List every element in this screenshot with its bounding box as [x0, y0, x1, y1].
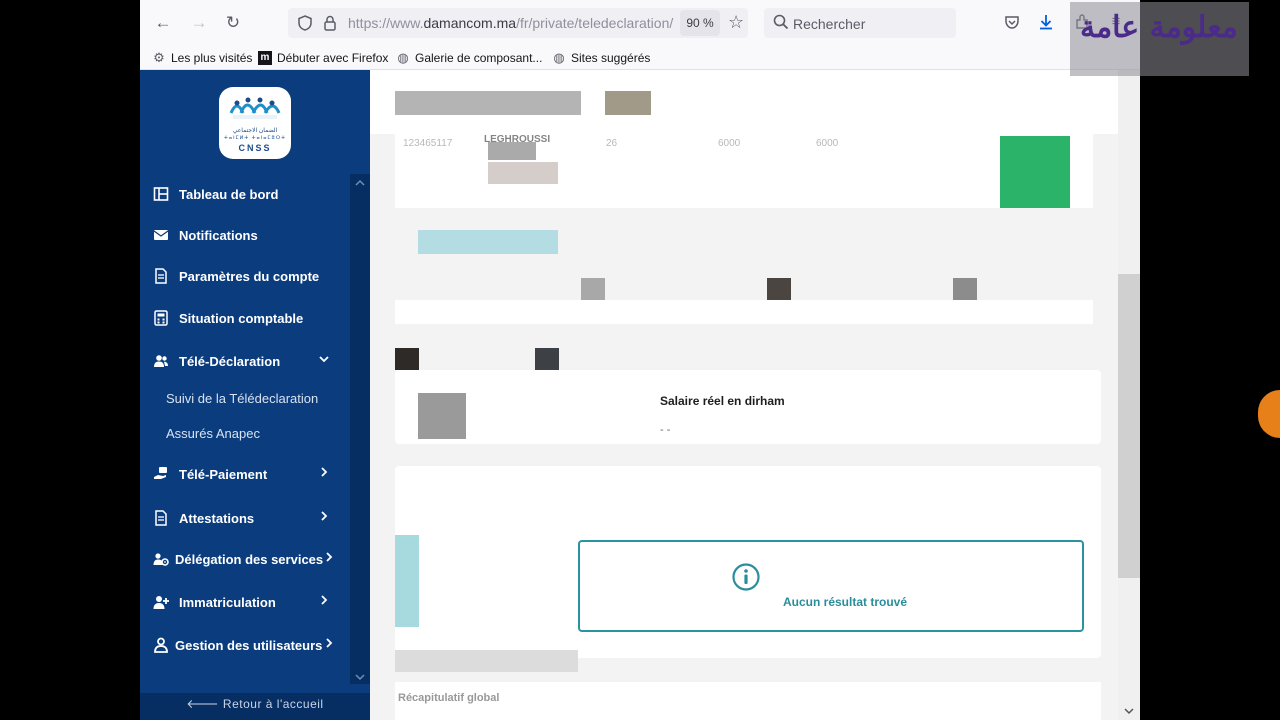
no-result-alert: Aucun résultat trouvé [578, 540, 1084, 632]
watermark-overlay: معلومة عامة [1070, 2, 1249, 76]
document-icon [153, 510, 169, 526]
watermark-logo-text: معلومة عامة [1080, 10, 1238, 45]
scroll-up-icon[interactable] [355, 178, 365, 188]
sidebar-item-user-management[interactable]: Gestion des utilisateurs [140, 630, 370, 660]
cnss-emblem-icon [229, 97, 281, 119]
dashboard-icon [153, 186, 169, 202]
reload-icon[interactable]: ↻ [222, 12, 244, 34]
forward-icon[interactable]: → [188, 12, 210, 34]
sidebar-item-dashboard[interactable]: Tableau de bord [140, 179, 350, 209]
browser-toolbar: ← → ↻ https://www.damancom.ma/fr/private… [140, 0, 1140, 46]
pixelated-block [535, 348, 559, 370]
pixelated-block [767, 278, 791, 300]
chevron-down-icon [319, 356, 329, 363]
zoom-level[interactable]: 90 % [680, 10, 720, 36]
sidebar: الضمان الاجتماعي ⵜⴰⵏⵎⵍⵜ ⵜⴰⵏⴰⵎⵓⵔⵜ CNSS Ta… [140, 70, 370, 720]
pixelated-block [395, 650, 578, 672]
summary-title: Récapitulatif global [398, 692, 500, 704]
pixelated-block [488, 142, 536, 160]
globe-icon: ◍ [397, 50, 409, 65]
mdn-icon: m [258, 51, 272, 65]
salary-label: Salaire réel en dirham [660, 394, 785, 408]
salary-value: - - [660, 424, 671, 436]
download-icon[interactable] [1036, 12, 1056, 32]
row-spacer [395, 300, 1093, 324]
lock-icon[interactable] [321, 14, 339, 32]
shield-icon[interactable] [296, 14, 314, 32]
subitem-suivi-teledeclaration[interactable]: Suivi de la Télédeclaration [166, 391, 318, 406]
sidebar-item-attestations[interactable]: Attestations [140, 503, 350, 533]
calculator-icon [153, 310, 169, 326]
scroll-down-icon[interactable] [355, 672, 365, 682]
sidebar-item-delegation[interactable]: Délégation des services [140, 544, 370, 574]
bookmark-component-gallery[interactable]: ◍ Galerie de composant... [396, 49, 542, 67]
pocket-icon[interactable] [1002, 12, 1022, 32]
chevron-right-icon [321, 511, 328, 521]
gear-icon: ⚙ [153, 50, 165, 65]
envelope-icon [153, 227, 169, 243]
browser-window: ← → ↻ https://www.damancom.ma/fr/private… [140, 0, 1140, 720]
scrollbar-thumb[interactable] [1118, 274, 1140, 578]
chevron-right-icon [326, 552, 333, 562]
main-content: 123465117 LEGHROUSSI 26 6000 6000 Salair… [370, 70, 1140, 720]
pixelated-block [418, 393, 466, 439]
sidebar-item-notifications[interactable]: Notifications [140, 220, 350, 250]
page-scrollbar[interactable] [1118, 70, 1140, 720]
bookmark-getting-started[interactable]: m Débuter avec Firefox [258, 49, 388, 67]
pixelated-block [581, 278, 605, 300]
sidebar-item-tele-declaration[interactable]: Télé-Déclaration [140, 346, 350, 376]
declaration-row[interactable]: 123465117 LEGHROUSSI 26 6000 6000 [395, 134, 1093, 208]
bookmark-most-visited[interactable]: ⚙ Les plus visités [152, 49, 252, 67]
back-icon[interactable]: ← [152, 12, 174, 34]
url-text[interactable]: https://www.damancom.ma/fr/private/teled… [348, 15, 673, 31]
user-plus-icon [153, 594, 169, 610]
bookmark-star-icon[interactable]: ☆ [728, 12, 744, 33]
search-icon [773, 14, 789, 30]
pixelated-block [395, 348, 419, 370]
back-home-link[interactable]: 🡐 Retour à l'accueil [140, 693, 370, 720]
sidebar-item-account-settings[interactable]: Paramètres du compte [140, 261, 350, 291]
bookmarks-bar: ⚙ Les plus visités m Débuter avec Firefo… [140, 46, 1140, 70]
user-icon [153, 637, 169, 653]
pixelated-block [605, 91, 651, 115]
search-input[interactable]: Rechercher [764, 8, 956, 38]
pixelated-block [395, 91, 581, 115]
cnss-logo[interactable]: الضمان الاجتماعي ⵜⴰⵏⵎⵍⵜ ⵜⴰⵏⴰⵎⵓⵔⵜ CNSS [219, 87, 291, 159]
users-cog-icon [153, 551, 169, 567]
pixelated-block [488, 162, 558, 184]
chevron-right-icon [321, 595, 328, 605]
status-badge [1000, 136, 1070, 208]
sidebar-scrollbar[interactable] [350, 174, 370, 684]
sidebar-item-tele-paiement[interactable]: Télé-Paiement [140, 459, 350, 489]
info-icon [732, 563, 760, 591]
chevron-right-icon [326, 638, 333, 648]
pixelated-block [418, 230, 558, 254]
users-icon [153, 353, 169, 369]
bookmark-suggested-sites[interactable]: ◍ Sites suggérés [552, 49, 650, 67]
sidebar-item-immatriculation[interactable]: Immatriculation [140, 587, 350, 617]
summary-card [395, 682, 1101, 720]
document-icon [153, 268, 169, 284]
subitem-assures-anapec[interactable]: Assurés Anapec [166, 426, 260, 441]
pixelated-block [395, 535, 419, 627]
chevron-right-icon [321, 467, 328, 477]
pixelated-block [953, 278, 977, 300]
globe-icon: ◍ [553, 50, 565, 65]
sidebar-item-accounting[interactable]: Situation comptable [140, 303, 350, 333]
payment-icon [153, 466, 169, 482]
floating-widget[interactable] [1258, 390, 1280, 438]
scroll-down-icon[interactable] [1124, 706, 1134, 716]
arrow-left-icon: 🡐 [186, 697, 223, 711]
url-bar[interactable]: https://www.damancom.ma/fr/private/teled… [288, 8, 748, 38]
